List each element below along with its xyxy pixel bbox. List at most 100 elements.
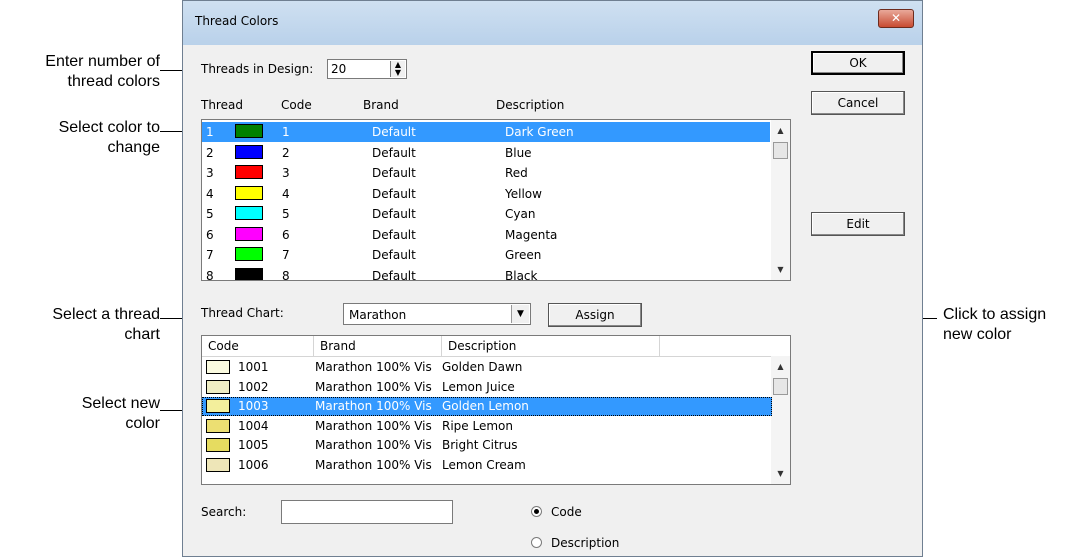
- column-header-code: Code: [281, 98, 312, 112]
- thread-row[interactable]: 3 3 Default Red: [202, 163, 770, 183]
- thread-code: 1: [282, 125, 290, 139]
- design-threads-list[interactable]: ▲ ▼ 1 1 Default Dark Green 2 2 Default Blue 3 3 De…: [201, 119, 791, 281]
- chart-thread-brand: Marathon 100% Vis: [315, 379, 432, 394]
- dialog-title: Thread Colors: [195, 14, 279, 28]
- chart-thread-row[interactable]: 1002 Marathon 100% Vis Lemon Juice: [202, 378, 772, 397]
- thread-description: Cyan: [505, 207, 536, 221]
- thread-colors-dialog: Thread Colors ✕ Threads in Design: 20 ▲ …: [182, 0, 923, 557]
- scroll-down-icon[interactable]: ▼: [771, 465, 790, 482]
- annotation-select-new: Select new color: [0, 394, 160, 434]
- chart-threads-list[interactable]: Code Brand Description ▲ ▼ 1001 Marathon …: [201, 335, 791, 485]
- thread-description: Green: [505, 248, 542, 262]
- column-header-description: Description: [496, 98, 565, 112]
- thread-chart-value: Marathon: [349, 308, 407, 322]
- chart-thread-description: Bright Citrus: [442, 438, 518, 452]
- search-label: Search:: [201, 505, 247, 519]
- chart-thread-row[interactable]: 1001 Marathon 100% Vis Golden Dawn: [202, 358, 772, 377]
- chart-thread-row[interactable]: 1003 Marathon 100% Vis Golden Lemon: [202, 397, 772, 416]
- annotation-line: chart: [124, 326, 160, 343]
- thread-row[interactable]: 4 4 Default Yellow: [202, 184, 770, 204]
- annotation-line: Enter number of: [45, 53, 160, 70]
- annotation-assign: Click to assign new color: [943, 305, 1089, 345]
- scroll-thumb[interactable]: [773, 142, 788, 159]
- thread-brand: Default: [372, 227, 416, 242]
- annotation-line: change: [107, 139, 161, 156]
- column-header-description[interactable]: Description: [442, 336, 660, 356]
- spinner-buttons[interactable]: ▲ ▼: [390, 61, 405, 77]
- annotation-threads-count: Enter number of thread colors: [0, 52, 160, 92]
- annotation-line: Click to assign: [943, 306, 1047, 323]
- thread-number: 5: [206, 207, 214, 221]
- thread-number: 2: [206, 145, 214, 160]
- thread-color-swatch: [235, 185, 263, 200]
- chevron-down-icon[interactable]: ▼: [511, 305, 529, 323]
- thread-row[interactable]: 6 6 Default Magenta: [202, 225, 770, 245]
- chart-thread-code: 1005: [238, 438, 269, 452]
- chart-thread-description: Golden Lemon: [442, 399, 529, 413]
- vertical-scrollbar[interactable]: ▲ ▼: [771, 356, 790, 484]
- ok-button[interactable]: OK: [811, 51, 905, 75]
- edit-button[interactable]: Edit: [811, 212, 905, 236]
- annotation-line: Select new: [81, 395, 160, 412]
- thread-row[interactable]: 1 1 Default Dark Green: [202, 122, 770, 142]
- thread-code: 2: [282, 145, 290, 160]
- chart-thread-brand: Marathon 100% Vis: [315, 399, 432, 413]
- chart-thread-row[interactable]: 1004 Marathon 100% Vis Ripe Lemon: [202, 417, 772, 436]
- thread-row[interactable]: 8 8 Default Black: [202, 266, 770, 281]
- thread-row[interactable]: 2 2 Default Blue: [202, 143, 770, 163]
- thread-code: 7: [282, 248, 290, 262]
- chart-thread-brand: Marathon 100% Vis: [315, 360, 432, 374]
- thread-number: 6: [206, 227, 214, 242]
- chart-thread-brand: Marathon 100% Vis: [315, 457, 432, 472]
- thread-number: 3: [206, 166, 214, 180]
- scroll-up-icon[interactable]: ▲: [771, 358, 790, 375]
- radio-code-dot[interactable]: [531, 506, 542, 517]
- thread-brand: Default: [372, 268, 416, 281]
- vertical-scrollbar[interactable]: ▲ ▼: [771, 120, 790, 280]
- chart-thread-description: Lemon Cream: [442, 457, 526, 472]
- chart-thread-row[interactable]: 1005 Marathon 100% Vis Bright Citrus: [202, 436, 772, 455]
- annotation-line: Select color to: [58, 119, 160, 136]
- scroll-up-icon[interactable]: ▲: [771, 122, 790, 139]
- thread-description: Red: [505, 166, 528, 180]
- thread-description: Magenta: [505, 227, 558, 242]
- column-header-thread: Thread: [201, 98, 243, 112]
- radio-description-dot[interactable]: [531, 537, 542, 548]
- thread-brand: Default: [372, 145, 416, 160]
- thread-chart-label: Thread Chart:: [201, 306, 284, 320]
- assign-button[interactable]: Assign: [548, 303, 642, 327]
- scroll-down-icon[interactable]: ▼: [771, 261, 790, 278]
- thread-description: Yellow: [505, 186, 542, 201]
- chart-threads-header: Code Brand Description: [202, 336, 772, 357]
- spin-down-icon[interactable]: ▼: [391, 69, 405, 77]
- close-button[interactable]: ✕: [878, 9, 914, 28]
- chart-thread-brand: Marathon 100% Vis: [315, 418, 432, 433]
- thread-row[interactable]: 5 5 Default Cyan: [202, 204, 770, 224]
- threads-in-design-spinner[interactable]: 20 ▲ ▼: [327, 59, 407, 79]
- thread-brand: Default: [372, 207, 416, 221]
- thread-description: Dark Green: [505, 125, 574, 139]
- thread-color-swatch: [235, 206, 263, 220]
- search-input[interactable]: [281, 500, 453, 524]
- column-header-code[interactable]: Code: [202, 336, 314, 356]
- annotation-line: new color: [943, 326, 1012, 343]
- thread-chart-select[interactable]: Marathon ▼: [343, 303, 531, 325]
- thread-row[interactable]: 7 7 Default Green: [202, 245, 770, 265]
- scroll-thumb[interactable]: [773, 378, 788, 395]
- column-header-brand[interactable]: Brand: [314, 336, 442, 356]
- annotation-line: color: [125, 415, 160, 432]
- thread-description: Black: [505, 268, 538, 281]
- chart-thread-description: Golden Dawn: [442, 360, 523, 374]
- radio-code-label: Code: [551, 505, 582, 519]
- thread-code: 6: [282, 227, 290, 242]
- thread-brand: Default: [372, 186, 416, 201]
- threads-in-design-value: 20: [331, 62, 347, 76]
- thread-color-swatch: [235, 226, 263, 241]
- cancel-button[interactable]: Cancel: [811, 91, 905, 115]
- threads-in-design-label: Threads in Design:: [201, 62, 314, 76]
- chart-thread-code: 1002: [238, 379, 269, 394]
- column-header-brand: Brand: [363, 98, 399, 112]
- chart-thread-code: 1001: [238, 360, 269, 374]
- thread-code: 5: [282, 207, 290, 221]
- chart-thread-row[interactable]: 1006 Marathon 100% Vis Lemon Cream: [202, 456, 772, 475]
